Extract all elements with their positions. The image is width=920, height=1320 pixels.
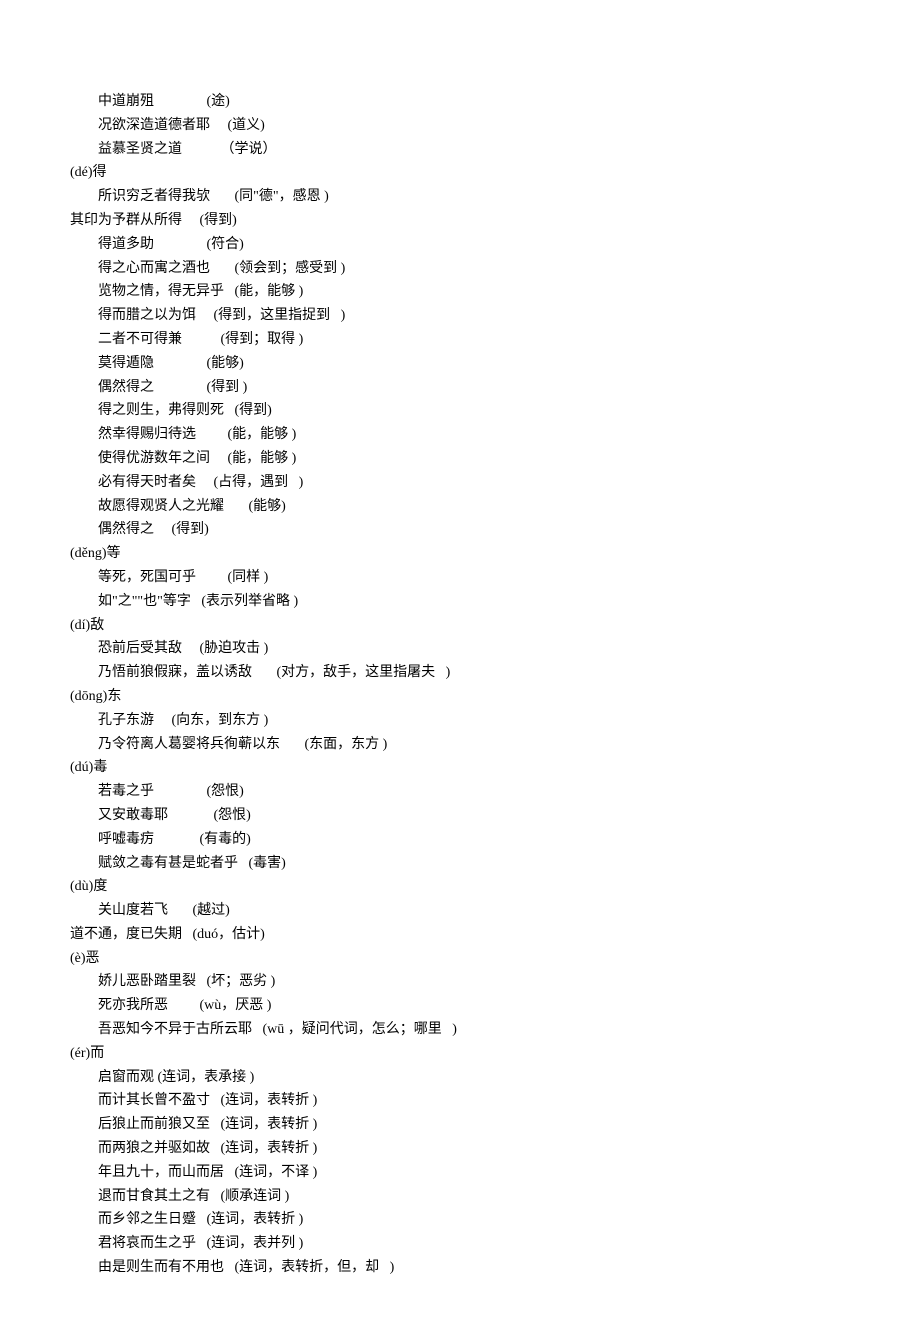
text-line: 娇儿恶卧踏里裂 (坏；恶劣 ) <box>98 970 920 994</box>
text-line: 道不通，度已失期 (duó，估计) <box>70 923 920 947</box>
text-line: 呼嘘毒疠 (有毒的) <box>98 828 920 852</box>
text-line: (ér)而 <box>70 1042 920 1066</box>
text-line: (dù)度 <box>70 875 920 899</box>
text-line: 君将哀而生之乎 (连词，表并列 ) <box>98 1232 920 1256</box>
text-line: 得之心而寓之酒也 (领会到；感受到 ) <box>98 257 920 281</box>
text-line: 二者不可得兼 (得到；取得 ) <box>98 328 920 352</box>
text-line: 退而甘食其土之有 (顺承连词 ) <box>98 1185 920 1209</box>
text-line: 莫得遁隐 (能够) <box>98 352 920 376</box>
text-line: 孔子东游 (向东，到东方 ) <box>98 709 920 733</box>
text-line: 等死，死国可乎 (同样 ) <box>98 566 920 590</box>
text-line: 使得优游数年之间 (能，能够 ) <box>98 447 920 471</box>
text-line: (dú)毒 <box>70 756 920 780</box>
text-line: 又安敢毒耶 (怨恨) <box>98 804 920 828</box>
text-line: 必有得天时者矣 (占得，遇到 ) <box>98 471 920 495</box>
text-line: 得之则生，弗得则死 (得到) <box>98 399 920 423</box>
text-line: 若毒之乎 (怨恨) <box>98 780 920 804</box>
text-line: (dōng)东 <box>70 685 920 709</box>
text-line: 由是则生而有不用也 (连词，表转折，但，却 ) <box>98 1256 920 1280</box>
text-line: 赋敛之毒有甚是蛇者乎 (毒害) <box>98 852 920 876</box>
text-line: 恐前后受其敌 (胁迫攻击 ) <box>98 637 920 661</box>
text-line: 其印为予群从所得 (得到) <box>70 209 920 233</box>
text-line: 偶然得之 (得到 ) <box>98 376 920 400</box>
text-line: (è)恶 <box>70 947 920 971</box>
text-line: 死亦我所恶 (wù，厌恶 ) <box>98 994 920 1018</box>
text-line: 而计其长曾不盈寸 (连词，表转折 ) <box>98 1089 920 1113</box>
text-line: 偶然得之 (得到) <box>98 518 920 542</box>
text-line: 乃悟前狼假寐，盖以诱敌 (对方，敌手，这里指屠夫 ) <box>98 661 920 685</box>
text-line: 得道多助 (符合) <box>98 233 920 257</box>
text-line: 如"之""也"等字 (表示列举省略 ) <box>98 590 920 614</box>
text-line: 启窗而观 (连词，表承接 ) <box>98 1066 920 1090</box>
text-line: 然幸得赐归待选 (能，能够 ) <box>98 423 920 447</box>
text-line: 后狼止而前狼又至 (连词，表转折 ) <box>98 1113 920 1137</box>
text-line: 吾恶知今不异于古所云耶 (wū ，疑问代词，怎么；哪里 ) <box>98 1018 920 1042</box>
text-line: 益慕圣贤之道 （学说） <box>98 138 920 162</box>
text-line: (děng)等 <box>70 542 920 566</box>
text-line: 关山度若飞 (越过) <box>98 899 920 923</box>
text-line: 览物之情，得无异乎 (能，能够 ) <box>98 280 920 304</box>
text-line: 年且九十，而山而居 (连词，不译 ) <box>98 1161 920 1185</box>
text-line: 而两狼之并驱如故 (连词，表转折 ) <box>98 1137 920 1161</box>
text-line: 乃令符离人葛婴将兵徇蕲以东 (东面，东方 ) <box>98 733 920 757</box>
text-line: 而乡邻之生日蹙 (连词，表转折 ) <box>98 1208 920 1232</box>
text-line: 故愿得观贤人之光耀 (能够) <box>98 495 920 519</box>
text-line: 中道崩殂 (途) <box>98 90 920 114</box>
text-line: (dé)得 <box>70 161 920 185</box>
text-line: 得而腊之以为饵 (得到，这里指捉到 ) <box>98 304 920 328</box>
document-body: 中道崩殂 (途)况欲深造道德者耶 (道义)益慕圣贤之道 （学说）(dé)得所识穷… <box>70 90 920 1280</box>
text-line: 况欲深造道德者耶 (道义) <box>98 114 920 138</box>
text-line: 所识穷乏者得我欤 (同"德"，感恩 ) <box>98 185 920 209</box>
text-line: (dí)敌 <box>70 614 920 638</box>
